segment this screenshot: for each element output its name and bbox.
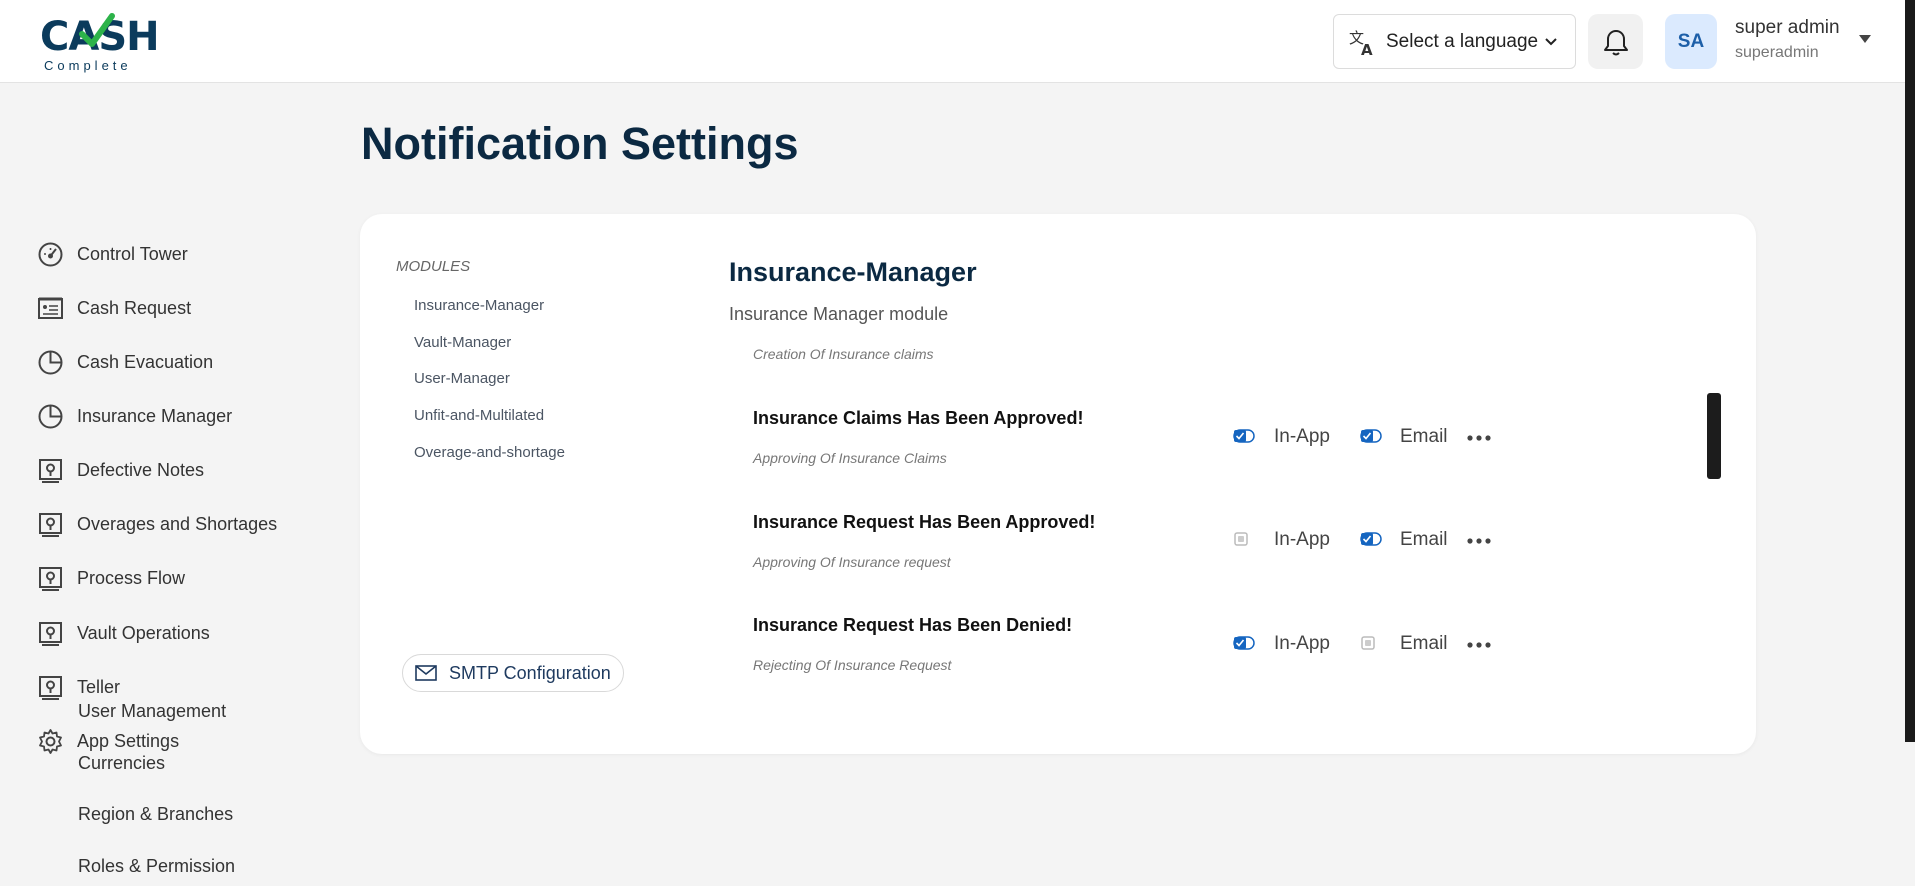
- sidebar-item-label: Cash Request: [77, 297, 192, 318]
- sidebar-item-label: Control Tower: [77, 243, 188, 264]
- notification-title: Insurance Claims Has Been Approved!: [753, 408, 1084, 428]
- smtp-configuration-label: SMTP Configuration: [449, 662, 611, 683]
- pie-chart-icon: [38, 350, 63, 374]
- notifications-button[interactable]: [1588, 14, 1643, 69]
- in-app-label: In-App: [1274, 426, 1330, 447]
- sidebar-subitem-roles-permission[interactable]: Roles & Permission: [78, 856, 235, 877]
- module-link-vault-manager[interactable]: Vault-Manager: [414, 334, 511, 351]
- list-card-icon: [38, 297, 63, 319]
- notification-title: Insurance Request Has Been Approved!: [753, 512, 1096, 532]
- page-title: Notification Settings: [361, 118, 799, 169]
- in-app-label: In-App: [1274, 633, 1330, 654]
- notification-title: Insurance Request Has Been Denied!: [753, 615, 1073, 635]
- sidebar-item-label: App Settings: [77, 730, 180, 751]
- email-toggle[interactable]: [1360, 635, 1382, 651]
- email-label: Email: [1400, 529, 1448, 550]
- more-options-icon[interactable]: [1466, 433, 1492, 443]
- module-link-unfit-multilated[interactable]: Unfit-and-Multilated: [414, 407, 544, 424]
- sidebar-item-vault-operations[interactable]: Vault Operations: [37, 617, 210, 649]
- notification-subtitle: Approving Of Insurance Claims: [753, 450, 947, 466]
- caret-down-icon[interactable]: [1858, 34, 1872, 44]
- module-link-user-manager[interactable]: User-Manager: [414, 370, 510, 387]
- bell-icon: [1603, 29, 1628, 55]
- section-title: Insurance-Manager: [729, 257, 977, 287]
- notification-subtitle: Rejecting Of Insurance Request: [753, 657, 952, 673]
- location-card-icon: [39, 458, 62, 483]
- avatar[interactable]: SA: [1665, 14, 1717, 69]
- sidebar-item-cash-request[interactable]: Cash Request: [37, 292, 191, 324]
- sidebar-subitem-region-branches[interactable]: Region & Branches: [78, 804, 233, 825]
- sidebar-subitem-user-management[interactable]: User Management: [78, 701, 226, 722]
- sidebar-item-insurance-manager[interactable]: Insurance Manager: [37, 400, 232, 432]
- user-name: super admin: [1735, 17, 1840, 38]
- sidebar-item-label: Overages and Shortages: [77, 513, 278, 534]
- location-card-icon: [39, 512, 62, 537]
- logo-check-icon: [79, 13, 115, 47]
- email-toggle[interactable]: [1360, 531, 1382, 547]
- top-header: CASH Complete 文 A Select a language SA s…: [0, 0, 1915, 83]
- sidebar-item-overages-shortages[interactable]: Overages and Shortages: [37, 508, 277, 540]
- cash-complete-logo[interactable]: CASH Complete: [40, 12, 160, 74]
- svg-text:A: A: [1361, 41, 1373, 57]
- window-scrollbar[interactable]: [1905, 0, 1915, 742]
- gauge-icon: [38, 242, 63, 266]
- sidebar-item-process-flow[interactable]: Process Flow: [37, 562, 185, 594]
- sidebar-item-defective-notes[interactable]: Defective Notes: [37, 454, 204, 486]
- sidebar-item-label: Process Flow: [77, 567, 186, 588]
- module-link-overage-shortage[interactable]: Overage-and-shortage: [414, 444, 565, 461]
- sidebar-subitem-currencies[interactable]: Currencies: [78, 753, 165, 774]
- sidebar-item-label: Vault Operations: [77, 622, 210, 643]
- module-link-insurance-manager[interactable]: Insurance-Manager: [414, 297, 544, 314]
- location-card-icon: [39, 621, 62, 646]
- language-select-label: Select a language: [1386, 30, 1539, 52]
- translate-icon: 文 A: [1349, 29, 1373, 57]
- sidebar-item-cash-evacuation[interactable]: Cash Evacuation: [37, 346, 213, 378]
- sidebar-item-label: Cash Evacuation: [77, 351, 214, 372]
- sidebar-item-label: Defective Notes: [77, 459, 205, 480]
- notification-subtitle: Approving Of Insurance request: [753, 554, 951, 570]
- in-app-label: In-App: [1274, 529, 1330, 550]
- sidebar-item-label: Teller: [77, 676, 121, 697]
- modules-heading: MODULES: [396, 258, 471, 275]
- mail-icon: [415, 665, 437, 681]
- list-scrollbar-thumb[interactable]: [1707, 393, 1721, 479]
- location-card-icon: [39, 675, 62, 700]
- location-card-icon: [39, 566, 62, 591]
- sidebar: Control Tower Cash Request Cash Evacuati…: [0, 84, 340, 886]
- logo-subtext: Complete: [44, 58, 132, 73]
- in-app-toggle[interactable]: [1233, 428, 1255, 444]
- gear-icon: [39, 728, 62, 754]
- smtp-configuration-button[interactable]: SMTP Configuration: [402, 654, 624, 692]
- email-label: Email: [1400, 633, 1448, 654]
- sidebar-item-label: Insurance Manager: [77, 405, 233, 426]
- email-label: Email: [1400, 426, 1448, 447]
- pie-chart-icon: [38, 404, 63, 428]
- more-options-icon[interactable]: [1466, 640, 1492, 650]
- language-select[interactable]: 文 A Select a language: [1333, 14, 1576, 69]
- email-toggle[interactable]: [1360, 428, 1382, 444]
- user-handle: superadmin: [1735, 44, 1819, 61]
- sidebar-item-teller[interactable]: Teller: [37, 671, 120, 703]
- chevron-down-icon: [1545, 37, 1557, 45]
- section-subtitle: Creation Of Insurance claims: [753, 346, 934, 362]
- in-app-toggle[interactable]: [1233, 635, 1255, 651]
- more-options-icon[interactable]: [1466, 536, 1492, 546]
- sidebar-item-control-tower[interactable]: Control Tower: [37, 238, 188, 270]
- in-app-toggle[interactable]: [1233, 531, 1255, 547]
- section-description: Insurance Manager module: [729, 304, 949, 324]
